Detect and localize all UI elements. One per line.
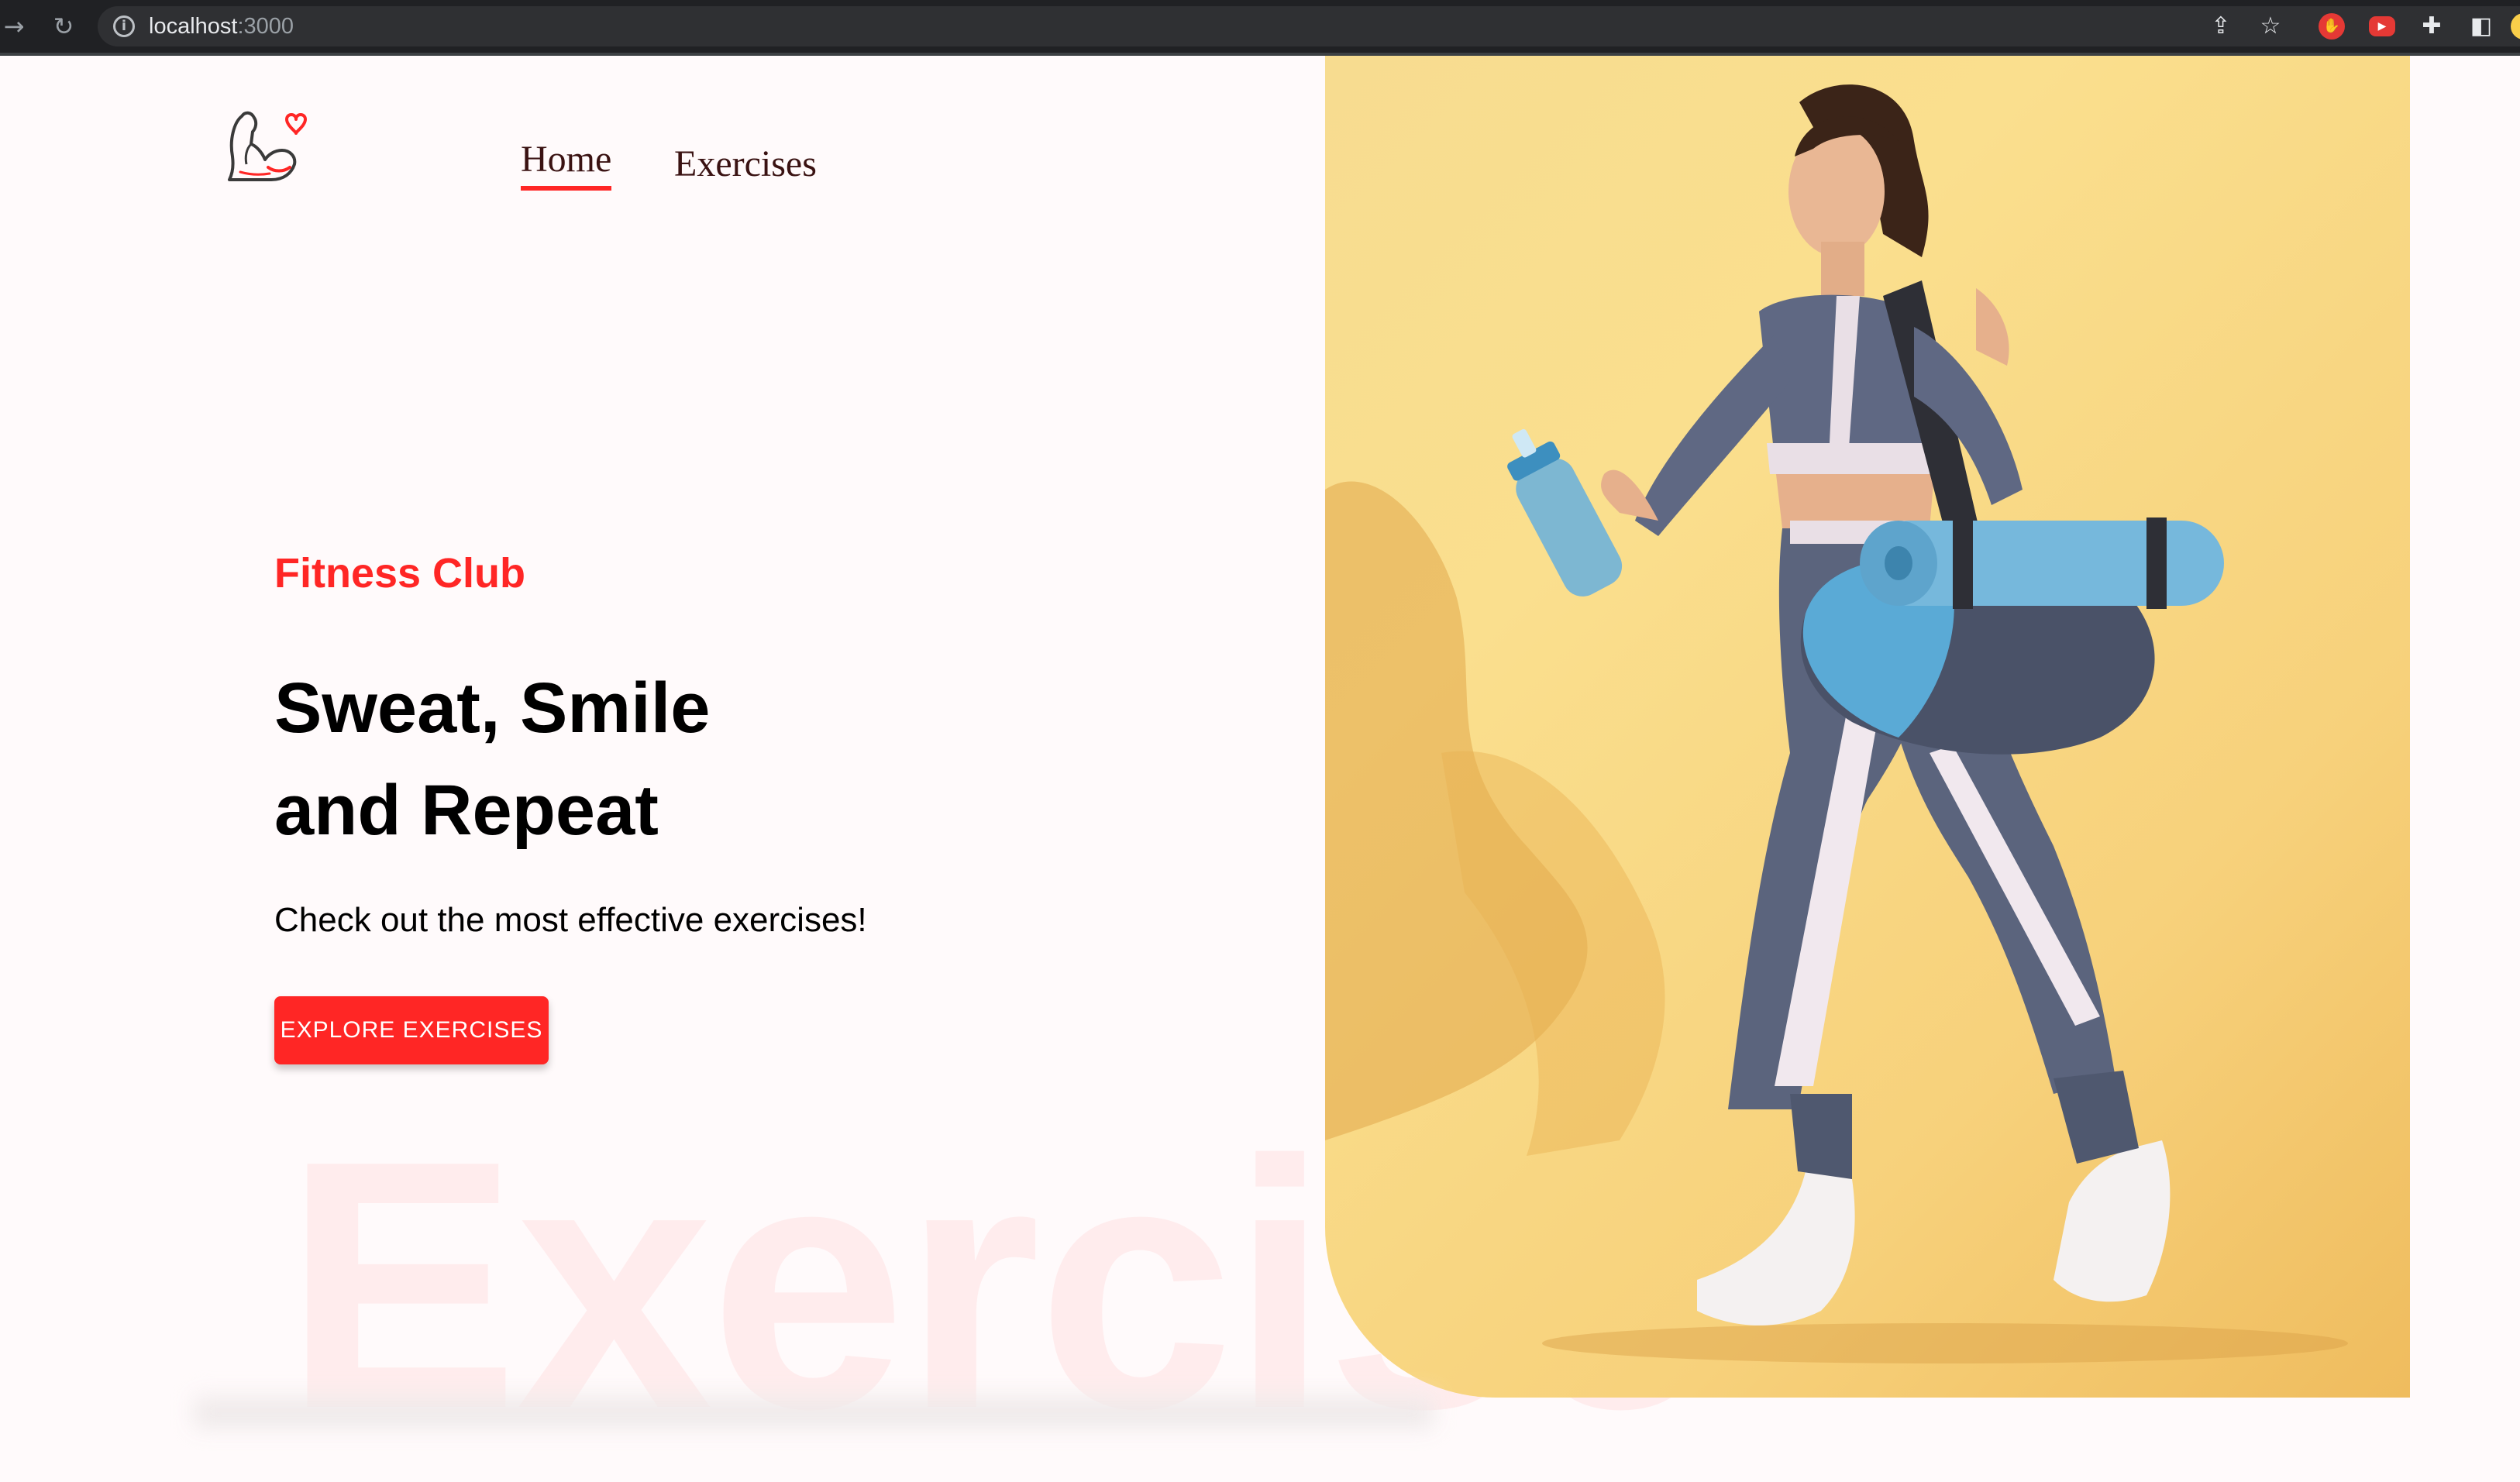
- headline-line-2: and Repeat: [274, 771, 659, 850]
- headline-line-1: Sweat, Smile: [274, 669, 711, 748]
- extension-shield-icon[interactable]: ✋: [2319, 13, 2345, 40]
- share-icon[interactable]: ⇪: [2205, 11, 2236, 42]
- bookmark-star-icon[interactable]: ☆: [2255, 11, 2286, 42]
- woman-walking-illustration: [1325, 84, 2348, 1363]
- side-panel-icon[interactable]: ◧: [2466, 11, 2497, 42]
- hero-subtitle: Check out the most effective exercises!: [274, 901, 867, 939]
- forward-icon[interactable]: →: [0, 11, 29, 42]
- browser-toolbar: → ↻ i localhost:3000 ⇪ ☆ ✋ ▶ ✚ ◧: [0, 0, 2520, 56]
- nav-exercises-link[interactable]: Exercises: [674, 143, 817, 186]
- reload-icon[interactable]: ↻: [48, 11, 79, 42]
- hero-banner-image: [1325, 56, 2410, 1398]
- nav-home-link[interactable]: Home: [521, 138, 612, 191]
- info-icon[interactable]: i: [113, 15, 135, 37]
- hero-headline: Sweat, Smile and Repeat: [274, 657, 710, 861]
- extensions-puzzle-icon[interactable]: ✚: [2416, 11, 2447, 42]
- hero-kicker: Fitness Club: [274, 550, 526, 597]
- address-bar[interactable]: i localhost:3000: [98, 6, 2520, 46]
- logo-flexed-arm-icon[interactable]: [225, 102, 310, 184]
- bottom-fade: [194, 1394, 1434, 1427]
- explore-exercises-button[interactable]: EXPLORE EXERCISES: [274, 996, 549, 1064]
- extension-video-icon[interactable]: ▶: [2369, 16, 2395, 36]
- url-text[interactable]: localhost:3000: [149, 12, 294, 40]
